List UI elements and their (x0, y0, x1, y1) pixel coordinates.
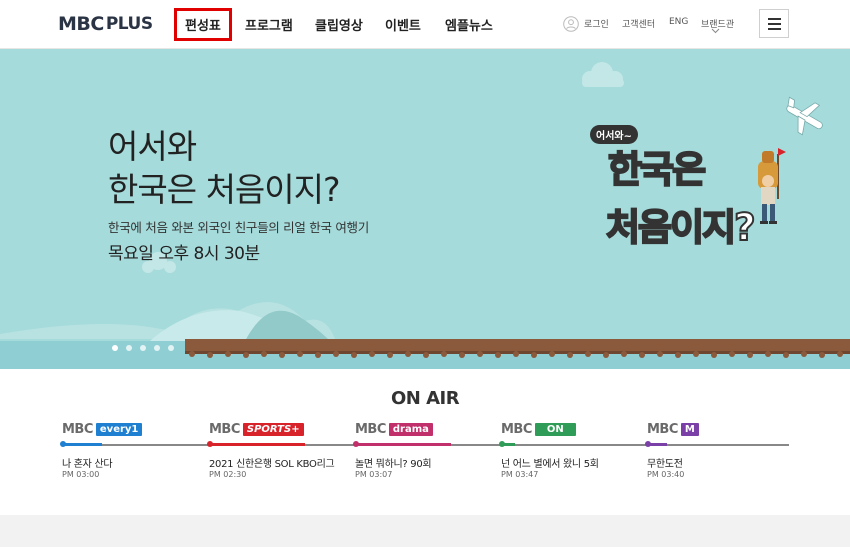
program-title[interactable]: 넌 어느 별에서 왔니 5회 (501, 455, 599, 470)
nav-schedule[interactable]: 편성표 (174, 8, 232, 41)
lang-link[interactable]: ENG (669, 17, 688, 27)
slider-dot-4[interactable] (154, 345, 160, 351)
channel-sub-badge: every1 (95, 422, 143, 436)
channel-logo: MBC drama (355, 421, 495, 437)
program-title[interactable]: 놀면 뭐하니? 90회 (355, 455, 432, 470)
hamburger-icon-bar (767, 22, 781, 25)
program-time: PM 03:40 (647, 470, 685, 479)
program-time: PM 03:07 (355, 470, 393, 479)
channel-mbc-text: MBC (62, 421, 93, 437)
hamburger-menu-button[interactable] (759, 9, 789, 38)
channel-mbc-text: MBC (209, 421, 240, 437)
timeline-progress (501, 443, 515, 446)
login-link[interactable]: 로그인 (584, 17, 609, 30)
slider-pagination (112, 345, 174, 351)
program-time: PM 03:47 (501, 470, 539, 479)
logo-plus-text: PLUS (105, 14, 153, 34)
footer-band (0, 515, 850, 547)
program-logo: 어서와~ 한국은 처음이지? (590, 119, 790, 269)
program-logo-line1: 한국은 (607, 147, 707, 192)
channel-sub-badge: SPORTS+ (242, 422, 304, 436)
hero-banner[interactable]: 어서와 한국은 처음이지? 한국에 처음 와본 외국인 친구들의 리얼 한국 여… (0, 49, 850, 369)
chevron-down-icon[interactable] (711, 28, 720, 34)
timeline-progress (355, 443, 451, 446)
user-icon[interactable] (563, 16, 579, 32)
channel-logo: MBC ON (501, 421, 641, 437)
program-time: PM 03:00 (62, 470, 100, 479)
hero-title: 어서와 한국은 처음이지? (108, 127, 341, 209)
channel-mbc-text: MBC (647, 421, 678, 437)
channel-drama[interactable]: MBC drama 놀면 뭐하니? 90회 PM 03:07 (353, 421, 495, 479)
slider-dot-5[interactable] (168, 345, 174, 351)
onair-title: ON AIR (390, 388, 460, 409)
nav-clips[interactable]: 클립영상 (315, 15, 363, 34)
program-logo-line2: 처음이지? (605, 205, 757, 250)
channel-sub-badge: M (680, 422, 699, 436)
page: MBC PLUS 편성표 프로그램 클립영상 이벤트 엠플뉴스 로그인 고객센터… (0, 0, 850, 547)
channel-mbc-text: MBC (501, 421, 532, 437)
mbcplus-logo[interactable]: MBC PLUS (58, 12, 153, 36)
program-time: PM 02:30 (209, 470, 247, 479)
channel-sub-badge: ON (534, 422, 576, 436)
timeline-progress (62, 443, 102, 446)
channel-logo: MBC every1 (62, 421, 202, 437)
hamburger-icon-bar (767, 27, 781, 30)
slider-dot-2[interactable] (126, 345, 132, 351)
channel-mbc-text: MBC (355, 421, 386, 437)
hamburger-icon-bar (767, 17, 781, 20)
header: MBC PLUS 편성표 프로그램 클립영상 이벤트 엠플뉴스 로그인 고객센터… (0, 0, 850, 49)
channel-logo: MBC SPORTS+ (209, 421, 349, 437)
program-title[interactable]: 무한도전 (647, 455, 683, 470)
channel-sub-badge: drama (388, 422, 433, 436)
nav-mplus-news[interactable]: 엠플뉴스 (445, 15, 493, 34)
program-title[interactable]: 2021 신한은행 SOL KBO리그 (209, 455, 335, 470)
hero-airtime: 목요일 오후 8시 30분 (108, 244, 260, 264)
channel-sports-plus[interactable]: MBC SPORTS+ 2021 신한은행 SOL KBO리그 PM 02:30 (207, 421, 349, 479)
support-link[interactable]: 고객센터 (622, 17, 655, 30)
timeline-progress (209, 443, 305, 446)
program-title[interactable]: 나 혼자 산다 (62, 455, 113, 470)
logo-mbc-text: MBC (58, 13, 104, 35)
slider-dot-1[interactable] (112, 345, 118, 351)
hero-description: 한국에 처음 와본 외국인 친구들의 리얼 한국 여행기 (108, 220, 369, 235)
slider-dot-3[interactable] (140, 345, 146, 351)
channel-m[interactable]: MBC M 무한도전 PM 03:40 (645, 421, 787, 479)
nav-events[interactable]: 이벤트 (385, 15, 421, 34)
timeline-progress (647, 443, 667, 446)
nav-programs[interactable]: 프로그램 (245, 15, 293, 34)
channel-logo: MBC M (647, 421, 787, 437)
channel-every1[interactable]: MBC every1 나 혼자 산다 PM 03:00 (60, 421, 202, 479)
channel-on[interactable]: MBC ON 넌 어느 별에서 왔니 5회 PM 03:47 (499, 421, 641, 479)
